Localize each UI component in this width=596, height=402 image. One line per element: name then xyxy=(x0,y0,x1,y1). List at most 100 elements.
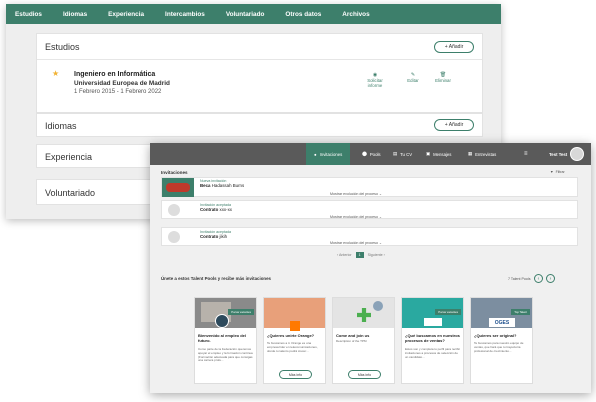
idiomas-title: Idiomas xyxy=(45,121,77,131)
avatar-placeholder xyxy=(168,231,180,243)
menu-icon[interactable]: ≡ xyxy=(524,143,528,165)
nav-mensajes-label: Mensajes xyxy=(433,151,452,157)
tab-experiencia[interactable]: Experiencia xyxy=(108,11,144,18)
school-name: Universidad Europea de Madrid xyxy=(74,80,170,87)
chat-icon: ▣ xyxy=(426,151,431,156)
nav-pools-label: Pools xyxy=(369,151,381,157)
nav-mensajes[interactable]: ▣ Mensajes xyxy=(426,143,451,165)
next-page-button[interactable]: Siguiente › xyxy=(368,253,385,257)
bell-icon: ● xyxy=(314,151,317,157)
invite-detail: Hadassah Burns xyxy=(211,183,245,188)
pools-count: 7 Talent Pools xyxy=(508,277,531,281)
company-logo xyxy=(424,318,442,326)
tab-idiomas[interactable]: Idiomas xyxy=(63,11,87,18)
estudios-title: Estudios xyxy=(45,42,80,52)
document-icon: ▤ xyxy=(393,151,398,156)
add-estudios-button[interactable]: + Añadir xyxy=(434,41,474,53)
plus-logo xyxy=(357,308,371,322)
prev-page-button[interactable]: ‹ Anterior xyxy=(337,253,352,257)
pool-desc: Te buscamos para nuestro equipo de venta… xyxy=(474,341,524,353)
pool-desc: Como parte de la Federación queremos apo… xyxy=(198,347,253,363)
pagination: ‹ Anterior 1 Siguiente › xyxy=(337,252,385,258)
avatar-placeholder xyxy=(168,204,180,216)
tab-archivos[interactable]: Archivos xyxy=(342,11,369,18)
show-process-link[interactable]: Mostrar evolución del proceso ⌄ xyxy=(330,192,382,196)
next-arrow-button[interactable]: › xyxy=(546,274,555,283)
nav-tu-cv[interactable]: ▤ Tu CV xyxy=(393,143,412,165)
pin-icon: ⬤ xyxy=(362,151,367,156)
app-window: ● Invitaciones ⬤ Pools ▤ Tu CV ▣ Mensaje… xyxy=(150,143,591,393)
company-logo xyxy=(162,178,194,197)
nav-pools[interactable]: ⬤ Pools xyxy=(362,143,381,165)
pool-title: ¿Quieres unirte Orange? xyxy=(267,333,315,338)
delete-button[interactable]: 🗑 Eliminar xyxy=(432,73,454,84)
round-logo xyxy=(373,301,383,311)
invite-title: Contrato xxx-xx xyxy=(200,207,232,212)
show-process-link[interactable]: Mostrar evolución del proceso ⌄ xyxy=(330,241,382,245)
pool-card[interactable]: Top Talent OGES ¿Quieres ser original? T… xyxy=(470,297,533,384)
idiomas-card: Idiomas + Añadir xyxy=(36,113,483,137)
invite-title: Beca Hadassah Burns xyxy=(200,183,244,188)
nav-invitaciones-label: Invitaciones xyxy=(319,151,343,157)
pool-title: ¿Qué buscamos en nuestros procesos de ve… xyxy=(405,333,460,343)
add-idiomas-button[interactable]: + Añadir xyxy=(434,119,474,131)
request-report-button[interactable]: ◉ Solicitar informe xyxy=(362,73,388,89)
experiencia-title: Experiencia xyxy=(45,152,93,162)
invite-type: Contrato xyxy=(200,234,219,239)
pool-title: ¿Quieres ser original? xyxy=(474,333,517,338)
pool-tag: Pocas vacantes xyxy=(435,309,461,315)
nav-tu-cv-label: Tu CV xyxy=(400,151,413,157)
invite-detail: jikih xyxy=(219,234,228,239)
filter-button[interactable]: ▼ Filtrar xyxy=(550,170,565,174)
logo-circle xyxy=(215,314,229,328)
pool-tag: Pocas vacantes xyxy=(228,309,254,315)
oges-logo: OGES xyxy=(489,318,515,327)
pool-card[interactable]: Pocas vacantes Bienvenido al empleo del … xyxy=(194,297,257,384)
study-dates: 1 Febrero 2015 - 1 Febrero 2022 xyxy=(74,89,162,95)
page-number[interactable]: 1 xyxy=(355,252,364,258)
user-name: Test Test xyxy=(549,151,568,157)
chevron-down-icon: ⌄ xyxy=(378,241,382,245)
tab-intercambios[interactable]: Intercambios xyxy=(165,11,205,18)
logo-badge xyxy=(166,183,190,192)
nav-invitaciones[interactable]: ● Invitaciones xyxy=(306,143,351,165)
tab-otros-datos[interactable]: Otros datos xyxy=(285,11,321,18)
chevron-down-icon: ⌄ xyxy=(378,192,382,196)
pool-tag: Top Talent xyxy=(511,309,530,315)
show-process-link[interactable]: Mostrar evolución del proceso ⌄ xyxy=(330,215,382,219)
nav-entrevistas-label: Entrevistas xyxy=(475,151,497,157)
pool-card[interactable]: Come and join us Description of the TPM … xyxy=(332,297,395,384)
more-info-button[interactable]: Más info xyxy=(279,370,312,379)
pool-image xyxy=(264,298,325,331)
chevron-down-icon: ⌄ xyxy=(378,215,382,219)
show-process-label: Mostrar evolución del proceso xyxy=(330,192,378,196)
degree-title: Ingeniero en Informática xyxy=(74,71,156,78)
calendar-icon: ▦ xyxy=(468,151,473,156)
pool-desc: Te buscamos a ti. Orange es una empresa … xyxy=(267,341,318,353)
more-info-button[interactable]: Más info xyxy=(348,370,381,379)
tab-estudios[interactable]: Estudios xyxy=(15,11,42,18)
prev-arrow-button[interactable]: ‹ xyxy=(534,274,543,283)
invite-type: Beca xyxy=(200,183,211,188)
pool-title: Bienvenido al empleo del futuro. xyxy=(198,333,247,343)
divider xyxy=(37,59,482,60)
filter-label: Filtrar xyxy=(555,170,565,174)
cv-nav: Estudios Idiomas Experiencia Intercambio… xyxy=(6,4,501,24)
nav-entrevistas[interactable]: ▦ Entrevistas xyxy=(468,143,496,165)
pool-card[interactable]: Pocas vacantes ¿Qué buscamos en nuestros… xyxy=(401,297,464,384)
pool-title: Come and join us xyxy=(336,333,370,338)
avatar[interactable] xyxy=(570,147,584,161)
invite-type: Contrato xyxy=(200,207,219,212)
section-title: Invitaciones xyxy=(161,170,188,175)
edit-button[interactable]: ✎ Editar xyxy=(405,73,421,84)
tab-voluntariado[interactable]: Voluntariado xyxy=(226,11,265,18)
invite-detail: xxx-xx xyxy=(219,207,232,212)
show-process-label: Mostrar evolución del proceso xyxy=(330,241,378,245)
pool-desc: Estos son y completa tu perfil para reci… xyxy=(405,347,461,359)
pool-desc: Description of the TPM xyxy=(336,339,367,343)
edit-label: Editar xyxy=(407,78,419,83)
pool-card[interactable]: ¿Quieres unirte Orange? Te buscamos a ti… xyxy=(263,297,326,384)
pool-image: Pocas vacantes xyxy=(402,298,463,328)
request-report-label: Solicitar informe xyxy=(367,78,383,88)
filter-icon: ▼ xyxy=(550,170,554,174)
